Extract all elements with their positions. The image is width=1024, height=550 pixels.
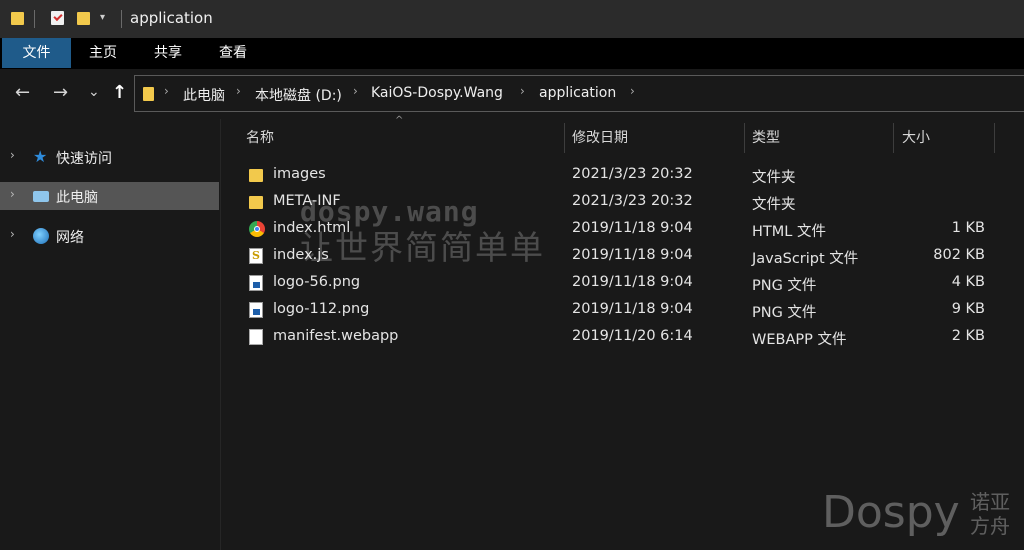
folder-icon[interactable] [11,12,24,25]
breadcrumb-this-pc[interactable]: 此电脑 [183,85,225,105]
file-date: 2021/3/23 20:32 [572,193,693,209]
file-date: 2019/11/18 9:04 [572,274,693,290]
logo-subtitle: 诺亚方舟 [970,490,1010,538]
breadcrumb-application[interactable]: application [539,85,616,101]
column-divider[interactable] [994,123,995,153]
chrome-icon [249,221,265,237]
column-divider[interactable] [564,123,565,153]
javascript-file-icon [249,248,263,264]
file-date: 2021/3/23 20:32 [572,166,693,182]
file-date: 2019/11/18 9:04 [572,301,693,317]
tab-file[interactable]: 文件 [2,38,71,68]
file-list: ^ 名称 修改日期 类型 大小 images 2021/3/23 20:32 文… [222,115,1024,550]
file-name: manifest.webapp [273,328,399,344]
chevron-right-icon[interactable]: › [164,84,169,98]
column-header-date[interactable]: 修改日期 [572,127,628,147]
expand-icon[interactable]: › [10,187,15,201]
file-date: 2019/11/20 6:14 [572,328,693,344]
up-button[interactable]: ↑ [112,83,127,103]
file-name: logo-112.png [273,301,370,317]
back-button[interactable]: ← [15,83,30,103]
tab-view[interactable]: 查看 [213,38,253,68]
tab-share[interactable]: 共享 [148,38,188,68]
ribbon: 文件 主页 共享 查看 [0,38,1024,69]
table-row[interactable]: images 2021/3/23 20:32 文件夹 [222,162,1024,189]
network-icon [33,228,49,244]
column-divider[interactable] [744,123,745,153]
file-size: 4 KB [951,274,985,290]
table-row[interactable]: manifest.webapp 2019/11/20 6:14 WEBAPP 文… [222,324,1024,351]
sidebar-item-quick-access[interactable]: › ★ 快速访问 [0,143,219,171]
properties-icon[interactable] [51,11,64,25]
address-bar[interactable]: › 此电脑 › 本地磁盘 (D:) › KaiOS-Dospy.Wang › a… [134,75,1024,112]
table-row[interactable]: logo-56.png 2019/11/18 9:04 PNG 文件 4 KB [222,270,1024,297]
column-header-name[interactable]: 名称 [246,127,274,147]
column-header-size[interactable]: 大小 [902,127,930,147]
sidebar-item-label: 网络 [56,230,84,246]
chevron-right-icon[interactable]: › [236,84,241,98]
file-type: PNG 文件 [752,278,817,294]
navigation-bar: ← → ⌄ ↑ › 此电脑 › 本地磁盘 (D:) › KaiOS-Dospy.… [0,69,1024,119]
pane-divider[interactable] [220,119,221,550]
expand-icon[interactable]: › [10,148,15,162]
file-size: 1 KB [951,220,985,236]
file-type: WEBAPP 文件 [752,332,847,348]
file-size: 802 KB [933,247,985,263]
table-row[interactable]: logo-112.png 2019/11/18 9:04 PNG 文件 9 KB [222,297,1024,324]
file-date: 2019/11/18 9:04 [572,220,693,236]
title-bar: ▾ application [0,0,1024,38]
image-file-icon [249,302,263,318]
file-type: HTML 文件 [752,224,826,240]
column-header-type[interactable]: 类型 [752,127,780,147]
image-file-icon [249,275,263,291]
chevron-right-icon[interactable]: › [353,84,358,98]
file-icon [249,329,263,345]
toolbar-divider [34,10,35,28]
chevron-right-icon[interactable]: › [520,84,525,98]
window-title: application [130,9,213,27]
chevron-right-icon[interactable]: › [630,84,635,98]
file-type: PNG 文件 [752,305,817,321]
folder-icon [143,87,154,101]
computer-icon [33,191,49,202]
column-divider[interactable] [893,123,894,153]
navigation-pane: › ★ 快速访问 › 此电脑 › 网络 [0,119,221,550]
new-folder-icon[interactable] [77,12,90,25]
watermark: dospy.wang 让世界简简单单 [300,195,545,265]
breadcrumb-kaios-dospy[interactable]: KaiOS-Dospy.Wang [371,85,503,101]
sidebar-item-label: 快速访问 [56,151,112,167]
sort-ascending-icon: ^ [395,115,404,126]
recent-locations-button[interactable]: ⌄ [88,82,100,102]
sidebar-item-network[interactable]: › 网络 [0,222,219,250]
toolbar-divider [121,10,122,28]
file-type: 文件夹 [752,170,796,186]
folder-icon [249,196,263,209]
sidebar-item-this-pc[interactable]: › 此电脑 [0,182,219,210]
forward-button[interactable]: → [53,83,68,103]
tab-home[interactable]: 主页 [84,38,122,68]
file-size: 2 KB [951,328,985,344]
breadcrumb-local-disk[interactable]: 本地磁盘 (D:) [255,85,342,105]
file-type: JavaScript 文件 [752,251,859,267]
star-icon: ★ [33,147,48,166]
watermark-slogan: 让世界简简单单 [300,228,545,267]
sidebar-item-label: 此电脑 [56,190,98,206]
file-name: logo-56.png [273,274,361,290]
logo: Dospy [822,487,960,538]
folder-icon [249,169,263,182]
file-name: images [273,166,326,182]
watermark-domain: dospy.wang [300,195,479,228]
file-size: 9 KB [951,301,985,317]
expand-icon[interactable]: › [10,227,15,241]
file-date: 2019/11/18 9:04 [572,247,693,263]
customize-toolbar-dropdown[interactable]: ▾ [100,12,105,28]
file-type: 文件夹 [752,197,796,213]
